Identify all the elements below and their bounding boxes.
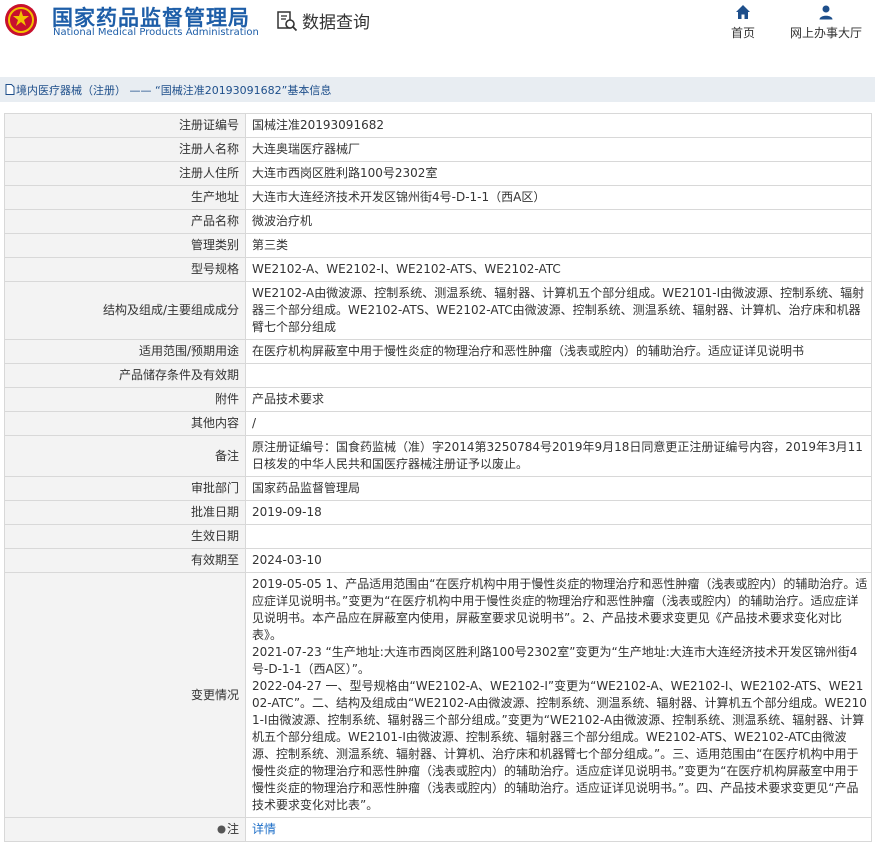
table-row: 适用范围/预期用途 在医疗机构屏蔽室中用于慢性炎症的物理治疗和恶性肿瘤（浅表或腔内…	[4, 339, 872, 364]
table-row: 附件 产品技术要求	[4, 387, 872, 412]
field-label: 注册人住所	[4, 161, 246, 186]
table-row: 注册人名称 大连奥瑞医疗器械厂	[4, 137, 872, 162]
field-label: 审批部门	[4, 476, 246, 501]
table-row: 注册证编号 国械注准20193091682	[4, 113, 872, 138]
table-row: 备注 原注册证编号：国食药监械（准）字2014第3250784号2019年9月18…	[4, 435, 872, 477]
nav-online-office[interactable]: 网上办事大厅	[790, 4, 862, 41]
nav-office-label: 网上办事大厅	[790, 26, 863, 40]
table-row: 结构及组成/主要组成成分 WE2102-A由微波源、控制系统、测温系统、辐射器、计…	[4, 281, 872, 340]
table-row: 生产地址 大连市大连经济技术开发区锦州街4号-D-1-1（西A区）	[4, 185, 872, 210]
field-value: 大连市西岗区胜利路100号2302室	[245, 161, 872, 186]
note-label: 注	[4, 817, 246, 842]
table-row: 生效日期	[4, 524, 872, 549]
table-row: 产品名称 微波治疗机	[4, 209, 872, 234]
breadcrumb: 境内医疗器械（注册） —— “国械注准20193091682”基本信息	[0, 77, 875, 102]
table-row: 注 详情	[4, 817, 872, 842]
field-label: 变更情况	[4, 572, 246, 818]
registration-info-table: 注册证编号 国械注准20193091682 注册人名称 大连奥瑞医疗器械厂 注册人住…	[4, 113, 872, 842]
note-value: 详情	[245, 817, 872, 842]
table-row: 型号规格 WE2102-A、WE2102-I、WE2102-ATS、WE2102-…	[4, 257, 872, 282]
note-label-text: 注	[226, 822, 239, 836]
field-value: 在医疗机构屏蔽室中用于慢性炎症的物理治疗和恶性肿瘤（浅表或腔内）的辅助治疗。适应…	[245, 339, 872, 364]
field-value: 国械注准20193091682	[245, 113, 872, 138]
data-query-label: 数据查询	[302, 13, 370, 33]
field-value: 原注册证编号：国食药监械（准）字2014第3250784号2019年9月18日同…	[245, 435, 872, 477]
field-value: 大连市大连经济技术开发区锦州街4号-D-1-1（西A区）	[245, 185, 872, 210]
table-row: 审批部门 国家药品监督管理局	[4, 476, 872, 501]
document-search-icon	[277, 10, 298, 31]
table-row: 有效期至 2024-03-10	[4, 548, 872, 573]
field-label: 其他内容	[4, 411, 246, 436]
document-icon	[5, 84, 15, 95]
field-label: 产品储存条件及有效期	[4, 363, 246, 388]
field-value: 第三类	[245, 233, 872, 258]
nav-home[interactable]: 首页	[731, 4, 755, 41]
field-value	[245, 524, 872, 549]
field-value: 2024-03-10	[245, 548, 872, 573]
national-emblem-icon	[5, 4, 37, 36]
site-header: 国家药品监督管理局 National Medical Products Admi…	[0, 0, 875, 60]
user-icon	[819, 5, 833, 20]
home-icon	[736, 5, 750, 19]
field-value: 大连奥瑞医疗器械厂	[245, 137, 872, 162]
field-label: 结构及组成/主要组成成分	[4, 281, 246, 340]
data-query-title: 数据查询	[276, 8, 370, 33]
nav-home-label: 首页	[731, 26, 756, 40]
table-row: 管理类别 第三类	[4, 233, 872, 258]
field-label: 生效日期	[4, 524, 246, 549]
field-value: 2019-09-18	[245, 500, 872, 525]
field-label: 附件	[4, 387, 246, 412]
field-label: 批准日期	[4, 500, 246, 525]
details-link[interactable]: 详情	[252, 822, 276, 836]
table-row: 变更情况 2019-05-05 1、产品适用范围由“在医疗机构中用于慢性炎症的物理…	[4, 572, 872, 818]
table-row: 注册人住所 大连市西岗区胜利路100号2302室	[4, 161, 872, 186]
field-value: WE2102-A、WE2102-I、WE2102-ATS、WE2102-ATC	[245, 257, 872, 282]
field-label: 备注	[4, 435, 246, 477]
change-history: 2019-05-05 1、产品适用范围由“在医疗机构中用于慢性炎症的物理治疗和恶…	[245, 572, 872, 818]
site-title-en: National Medical Products Administration	[53, 27, 259, 38]
bulb-icon	[217, 825, 226, 834]
field-label: 有效期至	[4, 548, 246, 573]
field-value: 国家药品监督管理局	[245, 476, 872, 501]
field-label: 注册证编号	[4, 113, 246, 138]
table-row: 其他内容 /	[4, 411, 872, 436]
field-label: 产品名称	[4, 209, 246, 234]
field-label: 管理类别	[4, 233, 246, 258]
field-value: /	[245, 411, 872, 436]
field-label: 生产地址	[4, 185, 246, 210]
field-label: 注册人名称	[4, 137, 246, 162]
table-row: 产品储存条件及有效期	[4, 363, 872, 388]
field-value: 产品技术要求	[245, 387, 872, 412]
field-value	[245, 363, 872, 388]
breadcrumb-text: 境内医疗器械（注册） —— “国械注准20193091682”基本信息	[16, 83, 332, 97]
field-label: 适用范围/预期用途	[4, 339, 246, 364]
field-value: 微波治疗机	[245, 209, 872, 234]
table-row: 批准日期 2019-09-18	[4, 500, 872, 525]
field-value: WE2102-A由微波源、控制系统、测温系统、辐射器、计算机五个部分组成。WE2…	[245, 281, 872, 340]
field-label: 型号规格	[4, 257, 246, 282]
